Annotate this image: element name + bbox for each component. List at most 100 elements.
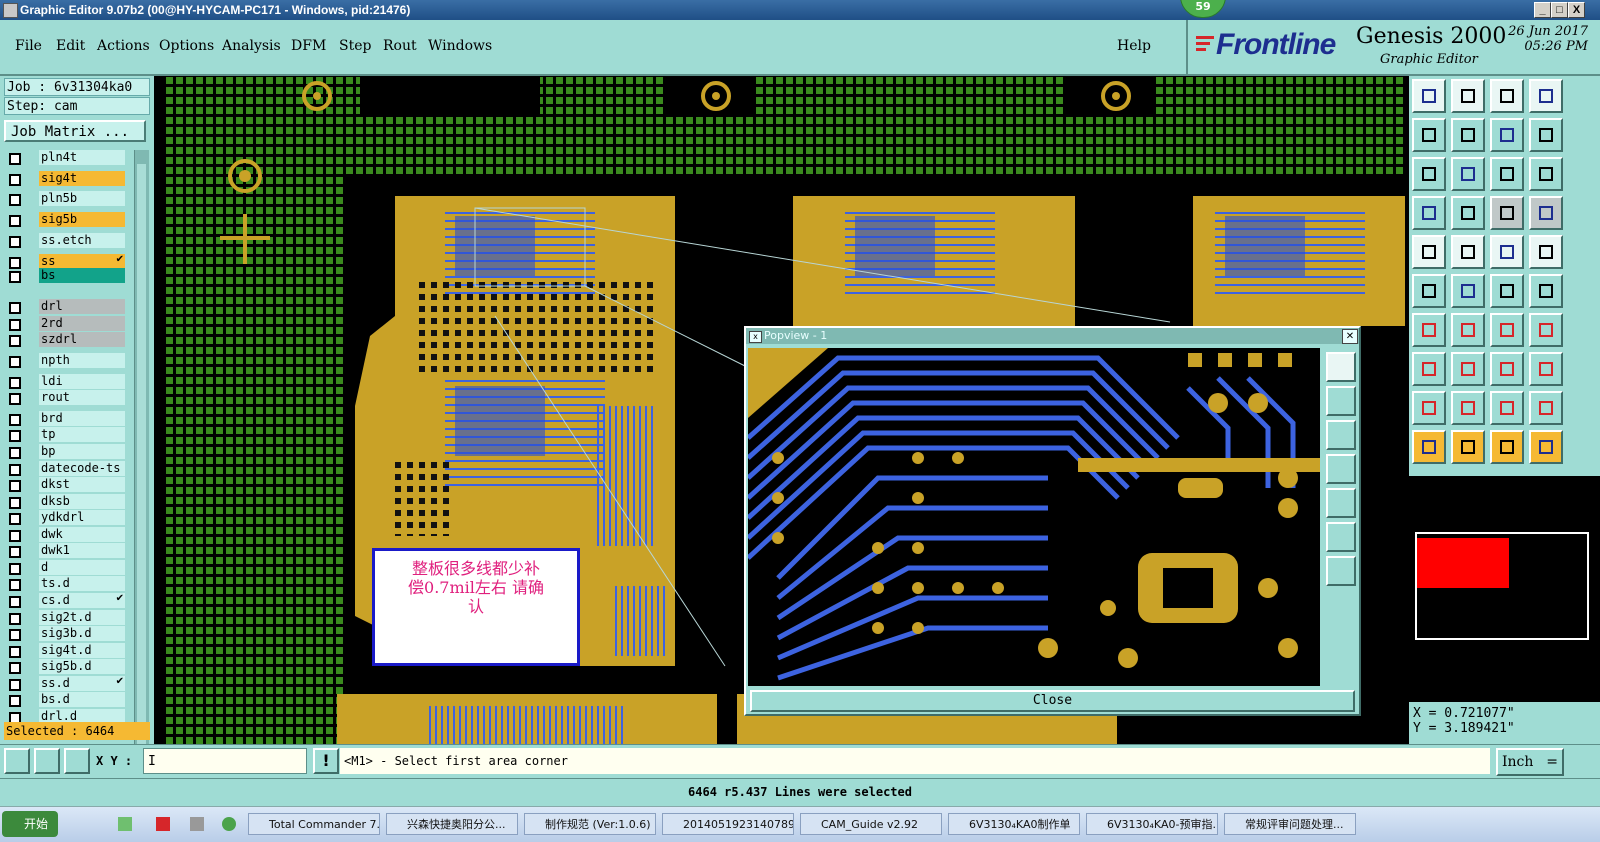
layer-checkbox[interactable]	[9, 613, 21, 625]
layer-name[interactable]: cs.d	[39, 593, 125, 608]
center-icon[interactable]	[1451, 157, 1485, 191]
layer-row[interactable]: bs.d	[4, 692, 134, 708]
layer-name[interactable]: dkst	[39, 477, 125, 492]
layer-checkbox[interactable]	[9, 319, 21, 331]
minimap-viewport[interactable]	[1417, 538, 1509, 588]
layer-checkbox[interactable]	[9, 414, 21, 426]
stack-icon[interactable]	[1529, 352, 1563, 386]
popview-close-icon[interactable]: ✕	[1342, 329, 1358, 344]
layer-name[interactable]: npth	[39, 353, 125, 368]
menu-edit[interactable]: Edit	[56, 38, 85, 54]
layer-row[interactable]: tp	[4, 427, 134, 443]
layer-name[interactable]: bp	[39, 444, 125, 459]
feature-select-icon[interactable]	[1412, 235, 1446, 269]
layer-name[interactable]: dwk	[39, 527, 125, 542]
pv-pan-left-icon[interactable]	[1326, 454, 1356, 484]
layer-row[interactable]: ts.d	[4, 576, 134, 592]
layer-checkbox[interactable]	[9, 480, 21, 492]
layer-row[interactable]: 2rd	[4, 316, 134, 332]
units-selector[interactable]: Inch =	[1496, 748, 1564, 776]
fit-icon[interactable]	[1412, 157, 1446, 191]
layer-row[interactable]: sig4t.d	[4, 643, 134, 659]
task-2[interactable]: 兴森快捷奥阳分公...	[386, 813, 518, 835]
select-pointer-icon[interactable]	[1412, 430, 1446, 464]
grid-icon[interactable]	[1451, 196, 1485, 230]
layer-name[interactable]: ts.d	[39, 576, 125, 591]
zoom-in-icon[interactable]	[1451, 79, 1485, 113]
layer-checkbox[interactable]	[9, 596, 21, 608]
layer-row[interactable]: npth	[4, 353, 134, 369]
layer-row[interactable]: drl	[4, 299, 134, 315]
layer-checkbox[interactable]	[9, 662, 21, 674]
layer-name[interactable]: sig5b.d	[39, 659, 125, 674]
quicklaunch-3-icon[interactable]	[190, 817, 204, 831]
layer-checkbox[interactable]	[9, 497, 21, 509]
layer-name[interactable]: bs	[39, 268, 125, 283]
layer-row[interactable]: d	[4, 560, 134, 576]
snap-mode-icon[interactable]	[4, 748, 30, 774]
layer-row[interactable]: szdrl	[4, 332, 134, 348]
layer-name[interactable]: pln5b	[39, 191, 125, 206]
layer-checkbox[interactable]	[9, 629, 21, 641]
xy-input[interactable]: I	[143, 748, 307, 774]
task-7[interactable]: 6V3130₄KA0-预审指...	[1086, 813, 1218, 835]
scroll-thumb[interactable]	[137, 164, 146, 764]
layer-row[interactable]: ss.d ✔	[4, 676, 134, 692]
menu-file[interactable]: File	[15, 38, 42, 54]
layer-row[interactable]: dksb	[4, 494, 134, 510]
maximize-button[interactable]: □	[1551, 2, 1568, 18]
layer-name[interactable]: tp	[39, 427, 125, 442]
snap-icon[interactable]	[1412, 196, 1446, 230]
layer-name[interactable]: sig3b.d	[39, 626, 125, 641]
layer-name[interactable]: brd	[39, 411, 125, 426]
layer-name[interactable]: sig5b	[39, 212, 125, 227]
measure-icon[interactable]	[1451, 235, 1485, 269]
layer-checkbox[interactable]	[9, 356, 21, 368]
menu-dfm[interactable]: DFM	[291, 38, 326, 54]
triangle-icon[interactable]	[1412, 391, 1446, 425]
menu-help[interactable]: Help	[1117, 38, 1151, 54]
close-window-button[interactable]: X	[1568, 2, 1585, 18]
layer-checkbox[interactable]	[9, 271, 21, 283]
layer-checkbox[interactable]	[9, 430, 21, 442]
layer-name[interactable]: drl	[39, 299, 125, 314]
pad-icon[interactable]	[1490, 274, 1524, 308]
layer-checkbox[interactable]	[9, 563, 21, 575]
ff-icon[interactable]	[1529, 313, 1563, 347]
pv-zoom-out-icon[interactable]	[1326, 420, 1356, 450]
layer-checkbox[interactable]	[9, 513, 21, 525]
layer-row[interactable]: rout	[4, 390, 134, 406]
quicklaunch-1-icon[interactable]	[118, 817, 132, 831]
popview-close-button[interactable]: Close	[750, 690, 1355, 712]
zoom-home-icon[interactable]	[1412, 79, 1446, 113]
layer-name[interactable]: datecode-ts	[39, 461, 125, 476]
layer-checkbox[interactable]	[9, 194, 21, 206]
connect-icon[interactable]	[1412, 274, 1446, 308]
layer-row[interactable]: brd	[4, 411, 134, 427]
layer-row[interactable]: cs.d ✔	[4, 593, 134, 609]
popview-titlebar[interactable]: Popview - 1	[746, 328, 1359, 344]
measure-mode-icon[interactable]	[34, 748, 60, 774]
layer-checkbox[interactable]	[9, 215, 21, 227]
menu-step[interactable]: Step	[339, 38, 371, 54]
layer-name[interactable]: sig4t.d	[39, 643, 125, 658]
info-icon[interactable]: !	[313, 748, 339, 774]
layer-row[interactable]: ldi	[4, 374, 134, 390]
triangle3-icon[interactable]	[1490, 391, 1524, 425]
layer-checkbox[interactable]	[9, 447, 21, 459]
layer-name[interactable]: sig2t.d	[39, 610, 125, 625]
layer-checkbox[interactable]	[9, 335, 21, 347]
layer-name[interactable]: bs.d	[39, 692, 125, 707]
overview-minimap[interactable]	[1409, 476, 1600, 702]
layer-row[interactable]: datecode-ts	[4, 461, 134, 477]
layer-scrollbar[interactable]	[134, 150, 149, 792]
layer-checkbox[interactable]	[9, 546, 21, 558]
layer-row[interactable]: ydkdrl	[4, 510, 134, 526]
angle-icon[interactable]	[1412, 313, 1446, 347]
layer-checkbox[interactable]	[9, 377, 21, 389]
select-pointer3-icon[interactable]	[1490, 430, 1524, 464]
layer-row[interactable]: sig5b	[4, 212, 134, 228]
target-icon[interactable]	[1529, 235, 1563, 269]
layer-row[interactable]: pln4t	[4, 150, 134, 166]
task-3[interactable]: 制作规范 (Ver:1.0.6)	[524, 813, 656, 835]
